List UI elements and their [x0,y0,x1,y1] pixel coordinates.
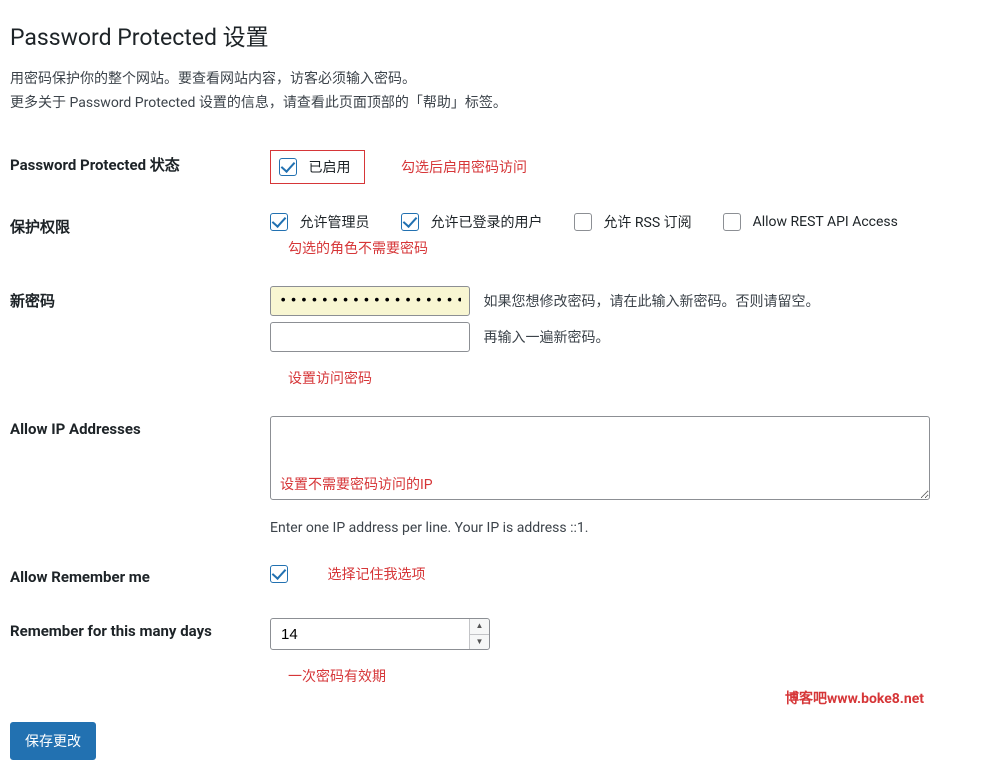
perm-rest-checkbox[interactable] [723,213,741,231]
save-button[interactable]: 保存更改 [10,722,96,760]
days-spinner: ▲ ▼ [469,619,489,649]
perm-rss-label[interactable]: 允许 RSS 订阅 [603,215,691,231]
perm-admin-label[interactable]: 允许管理员 [299,215,369,231]
page-title: Password Protected 设置 [10,18,984,52]
page-desc-2: 更多关于 Password Protected 设置的信息，请查看此页面顶部的「… [10,92,984,112]
ip-textarea[interactable] [270,416,930,500]
ip-label: Allow IP Addresses [10,402,270,550]
days-note: 一次密码有效期 [288,666,974,686]
newpw-note: 设置访问密码 [288,368,974,388]
remember-note: 选择记住我选项 [327,564,425,584]
perm-loggedin-label[interactable]: 允许已登录的用户 [430,215,542,231]
status-enabled-checkbox[interactable] [279,158,297,176]
settings-table: Password Protected 状态 已启用 勾选后启用密码访问 保护权限… [10,136,984,700]
status-highlight-box: 已启用 [270,150,365,184]
remember-label: Allow Remember me [10,550,270,604]
ip-hint: Enter one IP address per line. Your IP i… [270,520,974,536]
perm-admin-checkbox[interactable] [270,213,288,231]
perm-note: 勾选的角色不需要密码 [288,238,974,258]
days-label: Remember for this many days [10,604,270,700]
confirm-password-input[interactable] [270,322,470,352]
page-desc-1: 用密码保护你的整个网站。要查看网站内容，访客必须输入密码。 [10,68,984,88]
newpw-after2: 再输入一遍新密码。 [483,330,609,346]
new-password-input[interactable] [270,286,470,316]
newpw-after1: 如果您想修改密码，请在此输入新密码。否则请留空。 [483,294,819,310]
watermark: 博客吧www.boke8.net [785,688,924,708]
remember-checkbox[interactable] [270,565,288,583]
days-spin-up[interactable]: ▲ [470,619,489,635]
perm-rest-label[interactable]: Allow REST API Access [753,214,898,230]
status-note: 勾选后启用密码访问 [401,157,527,177]
days-spin-down[interactable]: ▼ [470,635,489,650]
status-label: Password Protected 状态 [10,136,270,198]
perm-rss-checkbox[interactable] [574,213,592,231]
status-enabled-label[interactable]: 已启用 [308,160,350,176]
newpw-label: 新密码 [10,272,270,402]
days-input[interactable] [270,618,490,650]
perm-loggedin-checkbox[interactable] [401,213,419,231]
perm-label: 保护权限 [10,198,270,272]
